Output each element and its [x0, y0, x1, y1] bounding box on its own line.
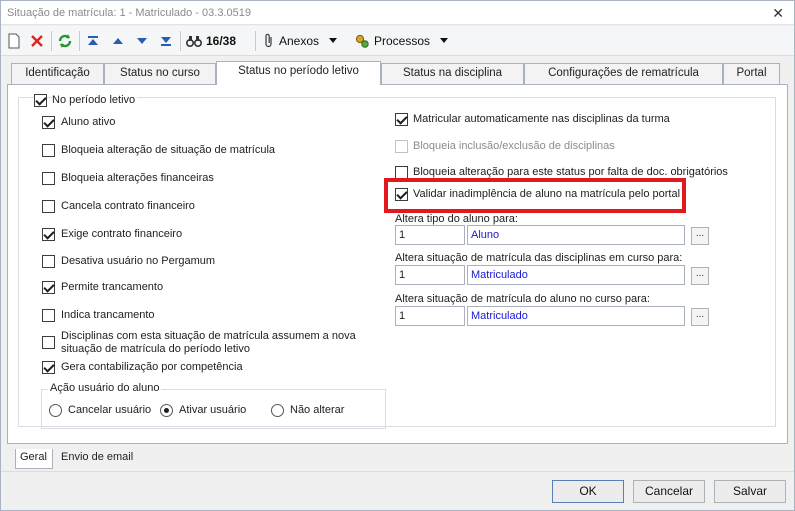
record-counter: 16/38 [206, 34, 237, 48]
bloqueia-inclusao-exclusao-label: Bloqueia inclusão/exclusão de disciplina… [413, 140, 615, 152]
ativar-usuario-label: Ativar usuário [179, 404, 247, 416]
altera-situacao-curso-code-input[interactable]: 1 [395, 306, 465, 326]
aluno-ativo-checkbox[interactable] [42, 116, 55, 129]
tab-identificacao[interactable]: Identificação [11, 63, 104, 84]
gera-contabilizacao-label: Gera contabilização por competência [61, 361, 243, 373]
chevron-down-icon [440, 38, 449, 44]
permite-trancamento-checkbox[interactable] [42, 281, 55, 294]
desativa-usuario-pergamum-checkbox[interactable] [42, 255, 55, 268]
nao-alterar-label: Não alterar [290, 404, 345, 416]
cancela-contrato-checkbox[interactable] [42, 200, 55, 213]
anexos-button[interactable]: Anexos [263, 32, 338, 50]
save-button[interactable]: Salvar [714, 480, 786, 503]
bloqueia-falta-doc-label: Bloqueia alteração para este status por … [413, 166, 728, 178]
ok-button[interactable]: OK [552, 480, 624, 503]
next-record-icon[interactable] [135, 32, 149, 50]
cancelar-usuario-label: Cancelar usuário [68, 404, 152, 416]
tab-strip: Identificação Status no curso Status no … [1, 61, 794, 85]
footer-divider [1, 471, 794, 472]
ativar-usuario-radio[interactable] [160, 404, 173, 417]
close-icon[interactable]: ✕ [772, 5, 784, 22]
tab-status-na-disciplina[interactable]: Status na disciplina [381, 63, 524, 84]
cancel-button[interactable]: Cancelar [633, 480, 705, 503]
tab-status-no-periodo-letivo[interactable]: Status no período letivo [216, 61, 381, 85]
processos-label: Processos [374, 34, 431, 48]
bloqueia-alteracoes-financeiras-label: Bloqueia alterações financeiras [61, 172, 214, 184]
toolbar-separator [255, 31, 256, 51]
matricular-automaticamente-label: Matricular automaticamente nas disciplin… [413, 113, 670, 125]
bloqueia-alteracao-situacao-checkbox[interactable] [42, 144, 55, 157]
processos-button[interactable]: Processos [354, 32, 449, 50]
chevron-down-icon [329, 38, 338, 44]
indica-trancamento-label: Indica trancamento [61, 309, 155, 321]
previous-record-icon[interactable] [111, 32, 125, 50]
altera-tipo-aluno-browse-button[interactable]: ... [691, 227, 709, 245]
toolbar-separator [79, 31, 80, 51]
disciplinas-assumem-checkbox[interactable] [42, 336, 55, 349]
desativa-usuario-pergamum-label: Desativa usuário no Pergamum [61, 255, 216, 267]
bloqueia-alteracao-situacao-label: Bloqueia alteração de situação de matríc… [61, 144, 276, 156]
no-periodo-letivo-checkbox[interactable] [34, 94, 47, 107]
permite-trancamento-label: Permite trancamento [61, 281, 164, 293]
altera-situacao-disciplinas-browse-button[interactable]: ... [691, 267, 709, 285]
altera-situacao-curso-label: Altera situação de matrícula do aluno no… [395, 293, 650, 305]
last-record-icon[interactable] [159, 32, 173, 50]
anexos-label: Anexos [279, 34, 320, 48]
toolbar-separator [180, 31, 181, 51]
matricular-automaticamente-checkbox[interactable] [395, 113, 408, 126]
toolbar: 16/38 Anexos Processos [1, 26, 794, 56]
window-title: Situação de matrícula: 1 - Matriculado -… [7, 7, 251, 19]
disciplinas-assumem-label: Disciplinas com esta situação de matrícu… [61, 330, 356, 355]
refresh-icon[interactable] [57, 32, 73, 50]
aluno-ativo-label: Aluno ativo [61, 116, 116, 128]
altera-situacao-disciplinas-code-input[interactable]: 1 [395, 265, 465, 285]
bloqueia-inclusao-exclusao-checkbox[interactable] [395, 140, 408, 153]
cancela-contrato-label: Cancela contrato financeiro [61, 200, 195, 212]
acao-usuario-title: Ação usuário do aluno [48, 382, 162, 394]
search-binoculars-icon[interactable]: 16/38 [186, 32, 236, 50]
title-bar: Situação de matrícula: 1 - Matriculado -… [1, 1, 794, 25]
delete-icon[interactable] [29, 32, 45, 50]
cancelar-usuario-radio[interactable] [49, 404, 62, 417]
tab-envio-de-email[interactable]: Envio de email [57, 449, 147, 468]
toolbar-separator [51, 31, 52, 51]
tab-status-no-curso[interactable]: Status no curso [104, 63, 216, 84]
highlight-box [384, 178, 686, 213]
gera-contabilizacao-checkbox[interactable] [42, 361, 55, 374]
altera-situacao-disciplinas-label: Altera situação de matrícula das discipl… [395, 252, 683, 264]
new-record-icon[interactable] [7, 32, 21, 50]
altera-situacao-curso-browse-button[interactable]: ... [691, 308, 709, 326]
tab-configuracoes-rematricula[interactable]: Configurações de rematrícula [524, 63, 723, 84]
no-periodo-letivo-label: No período letivo [52, 94, 138, 106]
dialog-window: Situação de matrícula: 1 - Matriculado -… [0, 0, 795, 511]
altera-situacao-curso-value-input[interactable]: Matriculado [467, 306, 685, 326]
exige-contrato-checkbox[interactable] [42, 228, 55, 241]
first-record-icon[interactable] [86, 32, 100, 50]
bloqueia-alteracoes-financeiras-checkbox[interactable] [42, 172, 55, 185]
altera-tipo-aluno-label: Altera tipo do aluno para: [395, 213, 518, 225]
altera-tipo-aluno-value-input[interactable]: Aluno [467, 225, 685, 245]
tab-portal[interactable]: Portal [723, 63, 780, 84]
tab-geral[interactable]: Geral [15, 449, 53, 469]
altera-situacao-disciplinas-value-input[interactable]: Matriculado [467, 265, 685, 285]
exige-contrato-label: Exige contrato financeiro [61, 228, 183, 240]
nao-alterar-radio[interactable] [271, 404, 284, 417]
indica-trancamento-checkbox[interactable] [42, 309, 55, 322]
altera-tipo-aluno-code-input[interactable]: 1 [395, 225, 465, 245]
